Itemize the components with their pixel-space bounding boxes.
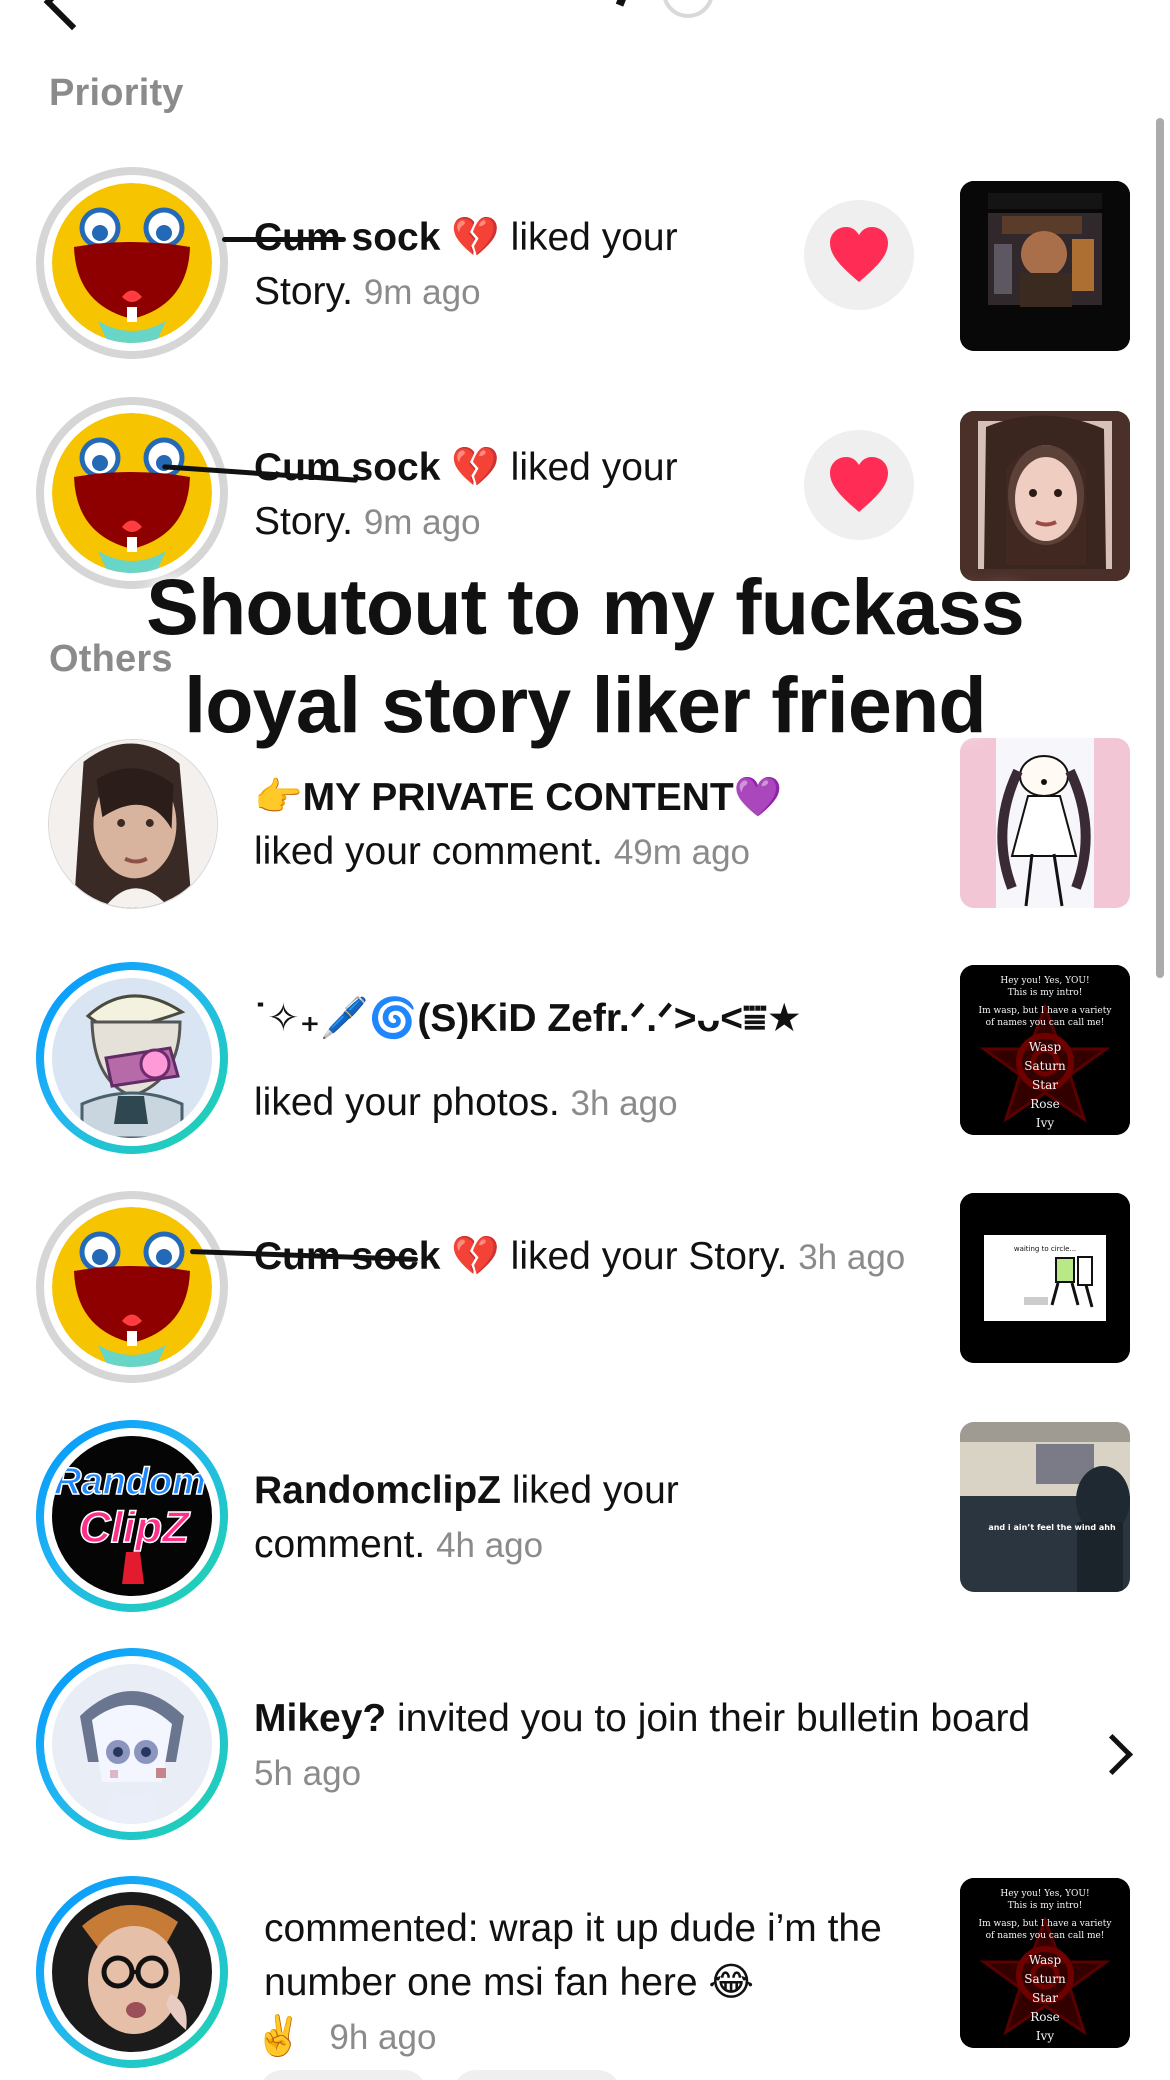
notification-row-3[interactable]: 👉MY PRIVATE CONTENT💜 liked your comment.…: [0, 731, 1170, 931]
username-mikey[interactable]: Mikey?: [254, 1697, 386, 1740]
thumbnail-line-1: Hey you! Yes, YOU!: [1000, 976, 1089, 986]
purple-heart-emoji-icon: 💜: [733, 776, 783, 819]
notifications-screen: Priority Cum sock 💔 liked your Story. 9m…: [0, 0, 1170, 2080]
notification-text-7: Mikey? invited you to join their bulleti…: [254, 1692, 1044, 1801]
username-my-private-content[interactable]: MY PRIVATE CONTENT: [303, 776, 734, 819]
photo-thumbnail-4[interactable]: Hey you! Yes, YOU! This is my intro! Im …: [960, 965, 1130, 1135]
like-heart-button[interactable]: [804, 200, 914, 310]
woman-portrait-avatar-icon: [49, 740, 217, 908]
thumbnail-line-3: Im wasp, but I have a variety: [979, 1006, 1113, 1016]
laughing-emoji-avatar-icon: [52, 1207, 212, 1367]
notification-text-2: Cum sock 💔 liked your Story. 9m ago: [254, 441, 759, 550]
thumbnail-name-saturn: Saturn: [1024, 1059, 1066, 1073]
thumbnail-name-wasp: Wasp: [1029, 1040, 1062, 1054]
avatar-private-content[interactable]: [48, 739, 218, 909]
username-randomclipz[interactable]: RandomclipZ: [254, 1469, 501, 1512]
back-chevron-icon[interactable]: [43, 0, 101, 31]
notification-action: liked your photos.: [254, 1081, 560, 1124]
thumbnail-name-saturn: Saturn: [1024, 1972, 1066, 1986]
overlay-caption: Shoutout to my fuckass loyal story liker…: [146, 562, 1025, 749]
notification-action: invited you to join their bulletin board: [386, 1697, 1031, 1740]
strikethrough-line: [222, 237, 346, 242]
broken-heart-emoji-icon: 💔: [451, 216, 500, 259]
timestamp: 4h ago: [436, 1526, 544, 1565]
timestamp: 9m ago: [363, 273, 481, 312]
username-cum-sock[interactable]: Cum sock: [254, 446, 440, 489]
anime-boy-avatar-icon: [44, 1656, 220, 1832]
notification-row-5[interactable]: Cum sock 💔 liked your Story. 3h ago wait…: [0, 1187, 1170, 1387]
timestamp: 49m ago: [613, 833, 751, 872]
avatar-commenter[interactable]: [36, 1876, 228, 2068]
story-thumbnail-2[interactable]: [960, 411, 1130, 581]
comment-thumbnail-3[interactable]: [960, 738, 1130, 908]
avatar-randomclipz[interactable]: Random ClipZ: [36, 1420, 228, 1612]
thumbnail-name-ivy: Ivy: [1036, 1116, 1055, 1130]
notification-action: liked your comment.: [254, 830, 603, 873]
broken-heart-emoji-icon: 💔: [451, 446, 500, 489]
svg-text:ClipZ: ClipZ: [79, 1503, 191, 1552]
timestamp: 3h ago: [798, 1238, 906, 1277]
story-thumbnail-5[interactable]: waiting to circle...: [960, 1193, 1130, 1363]
top-status-dot-icon: [662, 0, 714, 18]
notification-action: commented: wrap it up dude i’m the numbe…: [264, 1907, 882, 2004]
video-overlay-text: and i ain’t feel the wind ahh: [988, 1523, 1116, 1532]
like-heart-button[interactable]: [804, 430, 914, 540]
chevron-right-icon[interactable]: [1091, 1733, 1134, 1776]
notification-text-6: RandomclipZ liked your comment. 4h ago: [254, 1464, 759, 1573]
broken-heart-emoji-icon: 💔: [451, 1235, 500, 1278]
thumbnail-line-4: of names you can call me!: [986, 1018, 1105, 1028]
heart-icon: [830, 457, 888, 512]
notification-text-3: 👉MY PRIVATE CONTENT💜 liked your comment.…: [254, 771, 894, 880]
notification-row-4[interactable]: ˙✧₊🖊️🌀(S)KiD Zefr.ᐟ.ᐟ>ᴗ<⩸★ liked your ph…: [0, 958, 1170, 1158]
avatar-cum-sock[interactable]: [36, 1191, 228, 1383]
timestamp: 3h ago: [570, 1084, 678, 1123]
notification-row-8[interactable]: commented: wrap it up dude i’m the numbe…: [0, 1872, 1170, 2072]
man-with-glasses-avatar-icon: [44, 1884, 220, 2060]
top-cut-stroke: [615, 0, 633, 7]
notification-text-4: ˙✧₊🖊️🌀(S)KiD Zefr.ᐟ.ᐟ>ᴗ<⩸★ liked your ph…: [254, 992, 904, 1131]
bottom-chip-1[interactable]: [258, 2070, 428, 2080]
comment-thumbnail-8[interactable]: Hey you! Yes, YOU! This is my intro! Im …: [960, 1878, 1130, 2048]
notification-row-7[interactable]: Mikey? invited you to join their bulleti…: [0, 1644, 1170, 1844]
pointing-hand-emoji-icon: 👉: [254, 776, 303, 819]
notification-text-1: Cum sock 💔 liked your Story. 9m ago: [254, 211, 759, 320]
cartoon-character-avatar-icon: [44, 970, 220, 1146]
thumbnail-line-3: Im wasp, but I have a variety: [979, 1919, 1113, 1929]
thumbnail-name-rose: Rose: [1030, 1097, 1060, 1111]
thumbnail-line-1: Hey you! Yes, YOU!: [1000, 1889, 1089, 1899]
username-skid-zefr[interactable]: ˙✧₊🖊️🌀(S)KiD Zefr.ᐟ.ᐟ>ᴗ<⩸★: [254, 997, 802, 1040]
notification-action: liked your Story.: [499, 1235, 788, 1278]
comment-thumbnail-6[interactable]: and i ain’t feel the wind ahh: [960, 1422, 1130, 1592]
avatar-cum-sock[interactable]: [36, 167, 228, 359]
avatar-mikey[interactable]: [36, 1648, 228, 1840]
heart-icon: [830, 227, 888, 282]
scrollbar[interactable]: [1156, 118, 1164, 978]
timestamp: 5h ago: [254, 1754, 362, 1793]
victory-hand-emoji-icon: ✌️: [254, 2015, 303, 2058]
thumbnail-line-2: This is my intro!: [1008, 1901, 1083, 1911]
timestamp: 9m ago: [363, 503, 481, 542]
svg-text:Random: Random: [54, 1461, 206, 1503]
notification-row-6[interactable]: Random ClipZ RandomclipZ liked your comm…: [0, 1416, 1170, 1616]
notification-text-8: commented: wrap it up dude i’m the numbe…: [254, 1902, 944, 2065]
timestamp: 9h ago: [329, 2018, 437, 2057]
section-priority-title: Priority: [49, 72, 184, 114]
thumbnail-name-rose: Rose: [1030, 2010, 1060, 2024]
avatar-skid-zefr[interactable]: [36, 962, 228, 1154]
thumbnail-name-wasp: Wasp: [1029, 1953, 1062, 1967]
thumbnail-name-star: Star: [1032, 1991, 1058, 2005]
randomclipz-logo-avatar-icon: Random ClipZ: [44, 1428, 220, 1604]
thumbnail-name-ivy: Ivy: [1036, 2029, 1055, 2043]
story-thumbnail-1[interactable]: [960, 181, 1130, 351]
thumbnail-name-star: Star: [1032, 1078, 1058, 1092]
thumbnail-line-4: of names you can call me!: [986, 1931, 1105, 1941]
laughing-emoji-avatar-icon: [52, 413, 212, 573]
thumbnail-line-2: This is my intro!: [1008, 988, 1083, 998]
laughing-emoji-avatar-icon: [52, 183, 212, 343]
notification-row-1[interactable]: Cum sock 💔 liked your Story. 9m ago: [0, 163, 1170, 363]
svg-text:waiting to circle...: waiting to circle...: [1014, 1245, 1076, 1253]
bottom-chip-2[interactable]: [452, 2070, 622, 2080]
